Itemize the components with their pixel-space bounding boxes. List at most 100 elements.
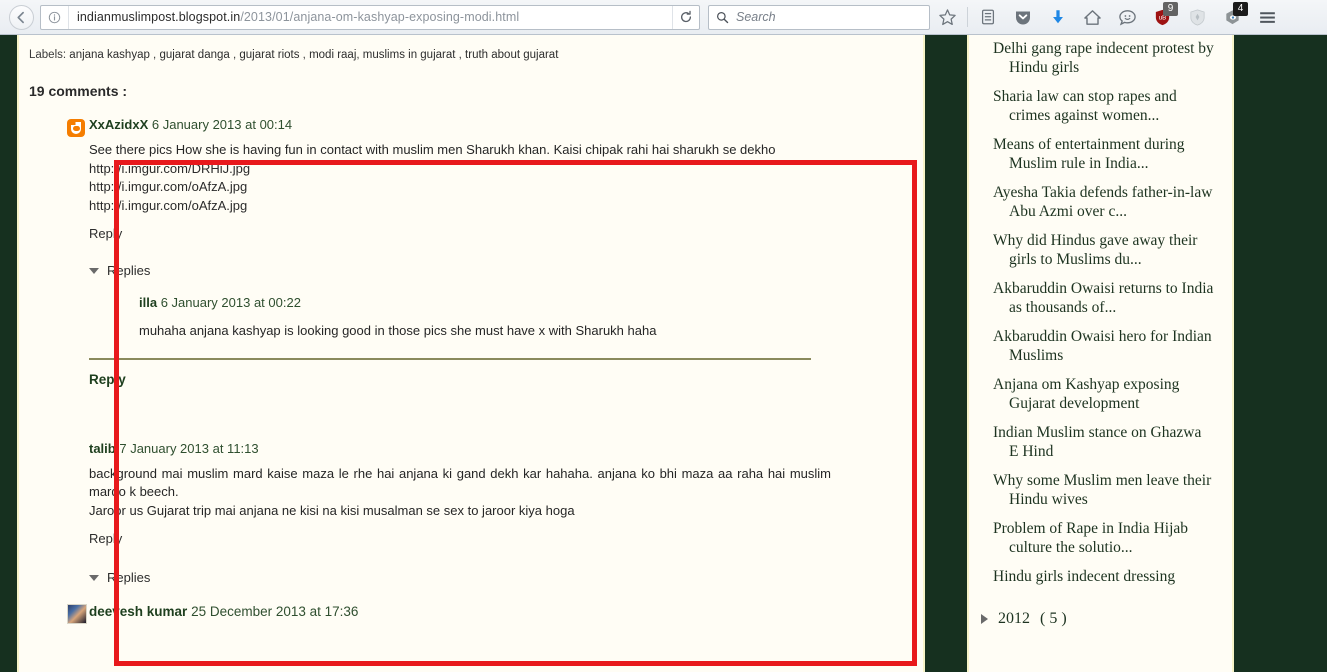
replies-toggle[interactable]: Replies xyxy=(89,263,911,278)
comment-body: background mai muslim mard kaise maza le… xyxy=(89,465,831,521)
sidebar-post-link[interactable]: Means of entertainment during Muslim rul… xyxy=(969,135,1232,173)
toolbar-divider xyxy=(967,7,968,27)
comment-image-link[interactable]: http://i.imgur.com/DRHiJ.jpg xyxy=(89,160,831,179)
replies-label: Replies xyxy=(107,570,151,585)
add-reply-button[interactable]: Reply xyxy=(89,372,911,387)
comments-list: XxAzidxX 6 January 2013 at 00:14 See the… xyxy=(19,117,923,624)
reload-icon xyxy=(680,10,692,23)
reload-button[interactable] xyxy=(672,5,699,29)
comments-heading: 19 comments : xyxy=(29,83,128,99)
reply-button[interactable]: Reply xyxy=(89,531,911,546)
sidebar-post-link[interactable]: Problem of Rape in India Hijab culture t… xyxy=(969,519,1232,557)
labels-prefix: Labels: xyxy=(29,49,67,61)
smiley-bubble-glyph xyxy=(1119,9,1136,25)
comment-timestamp[interactable]: 6 January 2013 at 00:14 xyxy=(152,117,292,132)
address-bar-text: indianmuslimpost.blogspot.in/2013/01/anj… xyxy=(69,10,519,24)
post-labels: Labels: anjana kashyap , gujarat danga ,… xyxy=(29,49,559,61)
privacy-badger-icon[interactable]: 4 xyxy=(1215,2,1250,32)
hamburger-menu-icon[interactable] xyxy=(1250,2,1285,32)
archive-year-count: ( 5 ) xyxy=(1040,610,1067,627)
bookmark-star-icon[interactable] xyxy=(930,2,965,32)
archive-year-toggle[interactable]: 2012 ( 5 ) xyxy=(969,596,1232,628)
sidebar-post-link[interactable]: Anjana om Kashyap exposing Gujarat devel… xyxy=(969,375,1232,413)
hamburger-glyph xyxy=(1260,11,1275,23)
sidebar-post-link[interactable]: Ayesha Takia defends father-in-law Abu A… xyxy=(969,183,1232,221)
comment-author[interactable]: XxAzidxX xyxy=(89,117,148,132)
home-icon[interactable] xyxy=(1075,2,1110,32)
search-icon xyxy=(717,11,729,23)
recent-posts-list: Delhi gang rape indecent protest by Hind… xyxy=(969,35,1232,586)
privacy-badger-badge-count: 4 xyxy=(1233,2,1248,16)
sidebar-post-link[interactable]: Indian Muslim stance on Ghazwa E Hind xyxy=(969,423,1232,461)
sidebar-post-link[interactable]: Akbaruddin Owaisi hero for Indian Muslim… xyxy=(969,327,1232,365)
chevron-down-icon xyxy=(89,574,99,581)
downloads-icon[interactable] xyxy=(1040,2,1075,32)
ublock-badge-count: 9 xyxy=(1163,2,1178,16)
star-glyph xyxy=(939,8,956,25)
reply-header: illa 6 January 2013 at 00:22 xyxy=(139,295,911,310)
comment-timestamp[interactable]: 7 January 2013 at 11:13 xyxy=(119,441,258,456)
replies-toggle[interactable]: Replies xyxy=(89,570,911,585)
back-button[interactable] xyxy=(6,2,36,32)
comment-item: XxAzidxX 6 January 2013 at 00:14 See the… xyxy=(29,117,911,241)
comment-image-link[interactable]: http://i.imgur.com/oAfzA.jpg xyxy=(89,178,831,197)
sidebar-post-link[interactable]: Hindu girls indecent dressing xyxy=(969,567,1232,586)
label-link[interactable]: gujarat riots xyxy=(239,49,299,61)
chat-bubble-icon[interactable] xyxy=(1110,2,1145,32)
comment-author[interactable]: deevesh kumar xyxy=(89,604,187,619)
comment-item: talib 7 January 2013 at 11:13 background… xyxy=(29,441,911,547)
reading-list-icon[interactable] xyxy=(970,2,1005,32)
sidebar-post-link[interactable]: Akbaruddin Owaisi returns to India as th… xyxy=(969,279,1232,317)
list-glyph xyxy=(981,9,994,25)
comment-text-line: See there pics How she is having fun in … xyxy=(89,142,776,157)
user-photo-avatar xyxy=(67,604,87,624)
pocket-icon[interactable] xyxy=(1005,2,1040,32)
sidebar-post-link[interactable]: Sharia law can stop rapes and crimes aga… xyxy=(969,87,1232,125)
sidebar-column: Delhi gang rape indecent protest by Hind… xyxy=(967,35,1234,672)
reply-item: illa 6 January 2013 at 00:22 muhaha anja… xyxy=(139,295,911,341)
search-box[interactable]: Search xyxy=(708,4,930,30)
sidebar-post-link[interactable]: Why some Muslim men leave their Hindu wi… xyxy=(969,471,1232,509)
url-host: indianmuslimpost.blogspot.in xyxy=(77,10,241,24)
label-link[interactable]: muslims in gujarat xyxy=(363,49,456,61)
house-glyph xyxy=(1084,9,1101,25)
site-info-icon[interactable] xyxy=(41,5,69,29)
web-page: Labels: anjana kashyap , gujarat danga ,… xyxy=(0,35,1327,672)
comment-timestamp[interactable]: 25 December 2013 at 17:36 xyxy=(191,604,358,619)
reply-button[interactable]: Reply xyxy=(89,226,911,241)
reply-timestamp[interactable]: 6 January 2013 at 00:22 xyxy=(161,295,301,310)
post-content-column: Labels: anjana kashyap , gujarat danga ,… xyxy=(17,35,925,672)
sidebar-post-link[interactable]: Delhi gang rape indecent protest by Hind… xyxy=(969,39,1232,77)
comment-header: deevesh kumar 25 December 2013 at 17:36 xyxy=(89,604,911,619)
sidebar-post-link[interactable]: Why did Hindus gave away their girls to … xyxy=(969,231,1232,269)
screenshot-root: indianmuslimpost.blogspot.in/2013/01/anj… xyxy=(0,0,1327,672)
address-bar[interactable]: indianmuslimpost.blogspot.in/2013/01/anj… xyxy=(40,4,700,30)
comment-body: See there pics How she is having fun in … xyxy=(89,141,831,215)
back-button-circle xyxy=(8,4,34,30)
ublock-origin-icon[interactable]: uB 9 xyxy=(1145,2,1180,32)
reply-author[interactable]: illa xyxy=(139,295,157,310)
avatar xyxy=(67,119,85,137)
replies-label: Replies xyxy=(107,263,151,278)
shield-icon[interactable] xyxy=(1180,2,1215,32)
reply-divider xyxy=(89,357,811,360)
chevron-down-icon xyxy=(89,267,99,274)
comment-text-line: background mai muslim mard kaise maza le… xyxy=(89,465,831,500)
avatar xyxy=(67,604,87,624)
label-link[interactable]: anjana kashyap xyxy=(69,49,150,61)
blogger-avatar-icon xyxy=(67,119,85,137)
info-circle-icon xyxy=(48,11,61,23)
label-link[interactable]: modi raaj xyxy=(309,49,356,61)
label-link[interactable]: gujarat danga xyxy=(159,49,229,61)
search-placeholder: Search xyxy=(736,10,776,24)
comment-image-link[interactable]: http://i.imgur.com/oAfzA.jpg xyxy=(89,197,831,216)
comment-author[interactable]: talib xyxy=(89,441,116,456)
archive-year-label: 2012 xyxy=(998,610,1030,627)
comment-item: deevesh kumar 25 December 2013 at 17:36 xyxy=(29,604,911,624)
back-arrow-icon xyxy=(16,11,24,23)
label-link[interactable]: truth about gujarat xyxy=(465,49,558,61)
reply-body: muhaha anjana kashyap is looking good in… xyxy=(139,323,657,338)
comment-header: XxAzidxX 6 January 2013 at 00:14 xyxy=(89,117,911,132)
shield-glyph xyxy=(1190,9,1205,25)
comment-text-line: Jaroor us Gujarat trip mai anjana ne kis… xyxy=(89,502,575,518)
